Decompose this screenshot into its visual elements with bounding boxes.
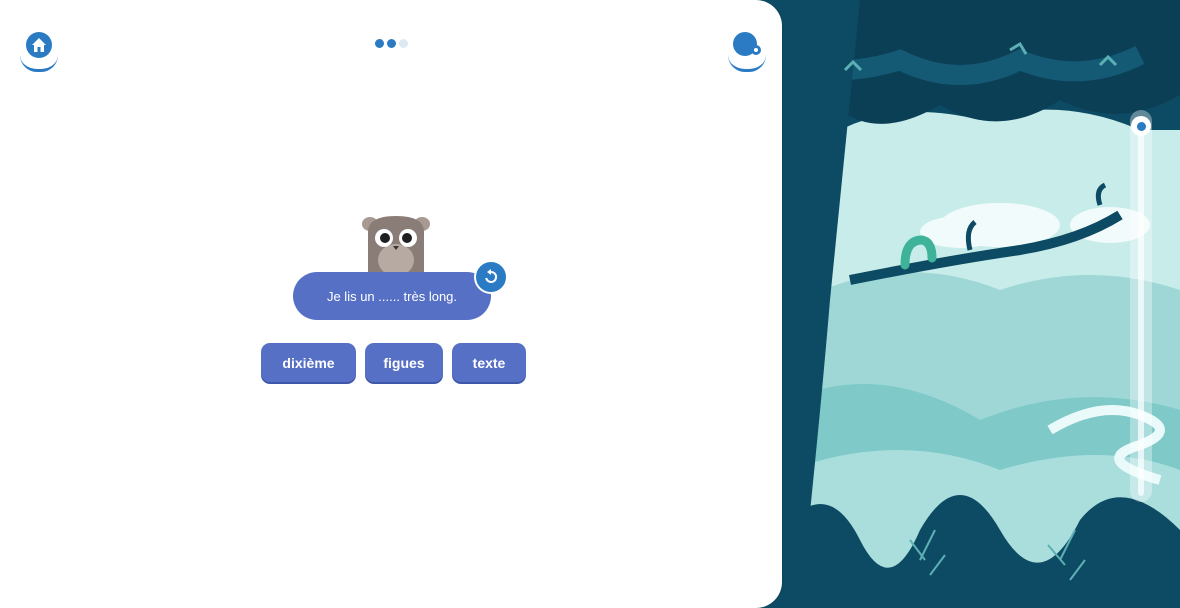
sentence-bubble: Je lis un ...... très long.	[293, 272, 491, 320]
home-icon	[26, 32, 52, 58]
slider-knob-icon	[1136, 121, 1146, 131]
profile-icon	[733, 32, 761, 56]
answer-choices: dixième figues texte	[261, 343, 526, 382]
sentence-text: Je lis un ...... très long.	[326, 288, 458, 304]
owl-mascot-icon	[362, 216, 430, 278]
reading-slider-handle[interactable]	[1131, 116, 1151, 136]
replay-icon	[485, 269, 498, 283]
reading-slider-fill	[1138, 130, 1144, 496]
profile-button[interactable]	[724, 22, 770, 72]
choice-button-texte[interactable]: texte	[452, 343, 526, 382]
progress-dot	[399, 39, 408, 48]
progress-dot	[387, 39, 396, 48]
home-button[interactable]	[16, 22, 62, 72]
choice-button-dixieme[interactable]: dixième	[261, 343, 356, 382]
choice-button-figues[interactable]: figues	[365, 343, 443, 382]
replay-audio-button[interactable]	[474, 260, 508, 294]
progress-dot	[375, 39, 384, 48]
progress-dots	[375, 39, 408, 48]
exercise-card: Je lis un ...... très long. dixième figu…	[0, 0, 782, 608]
